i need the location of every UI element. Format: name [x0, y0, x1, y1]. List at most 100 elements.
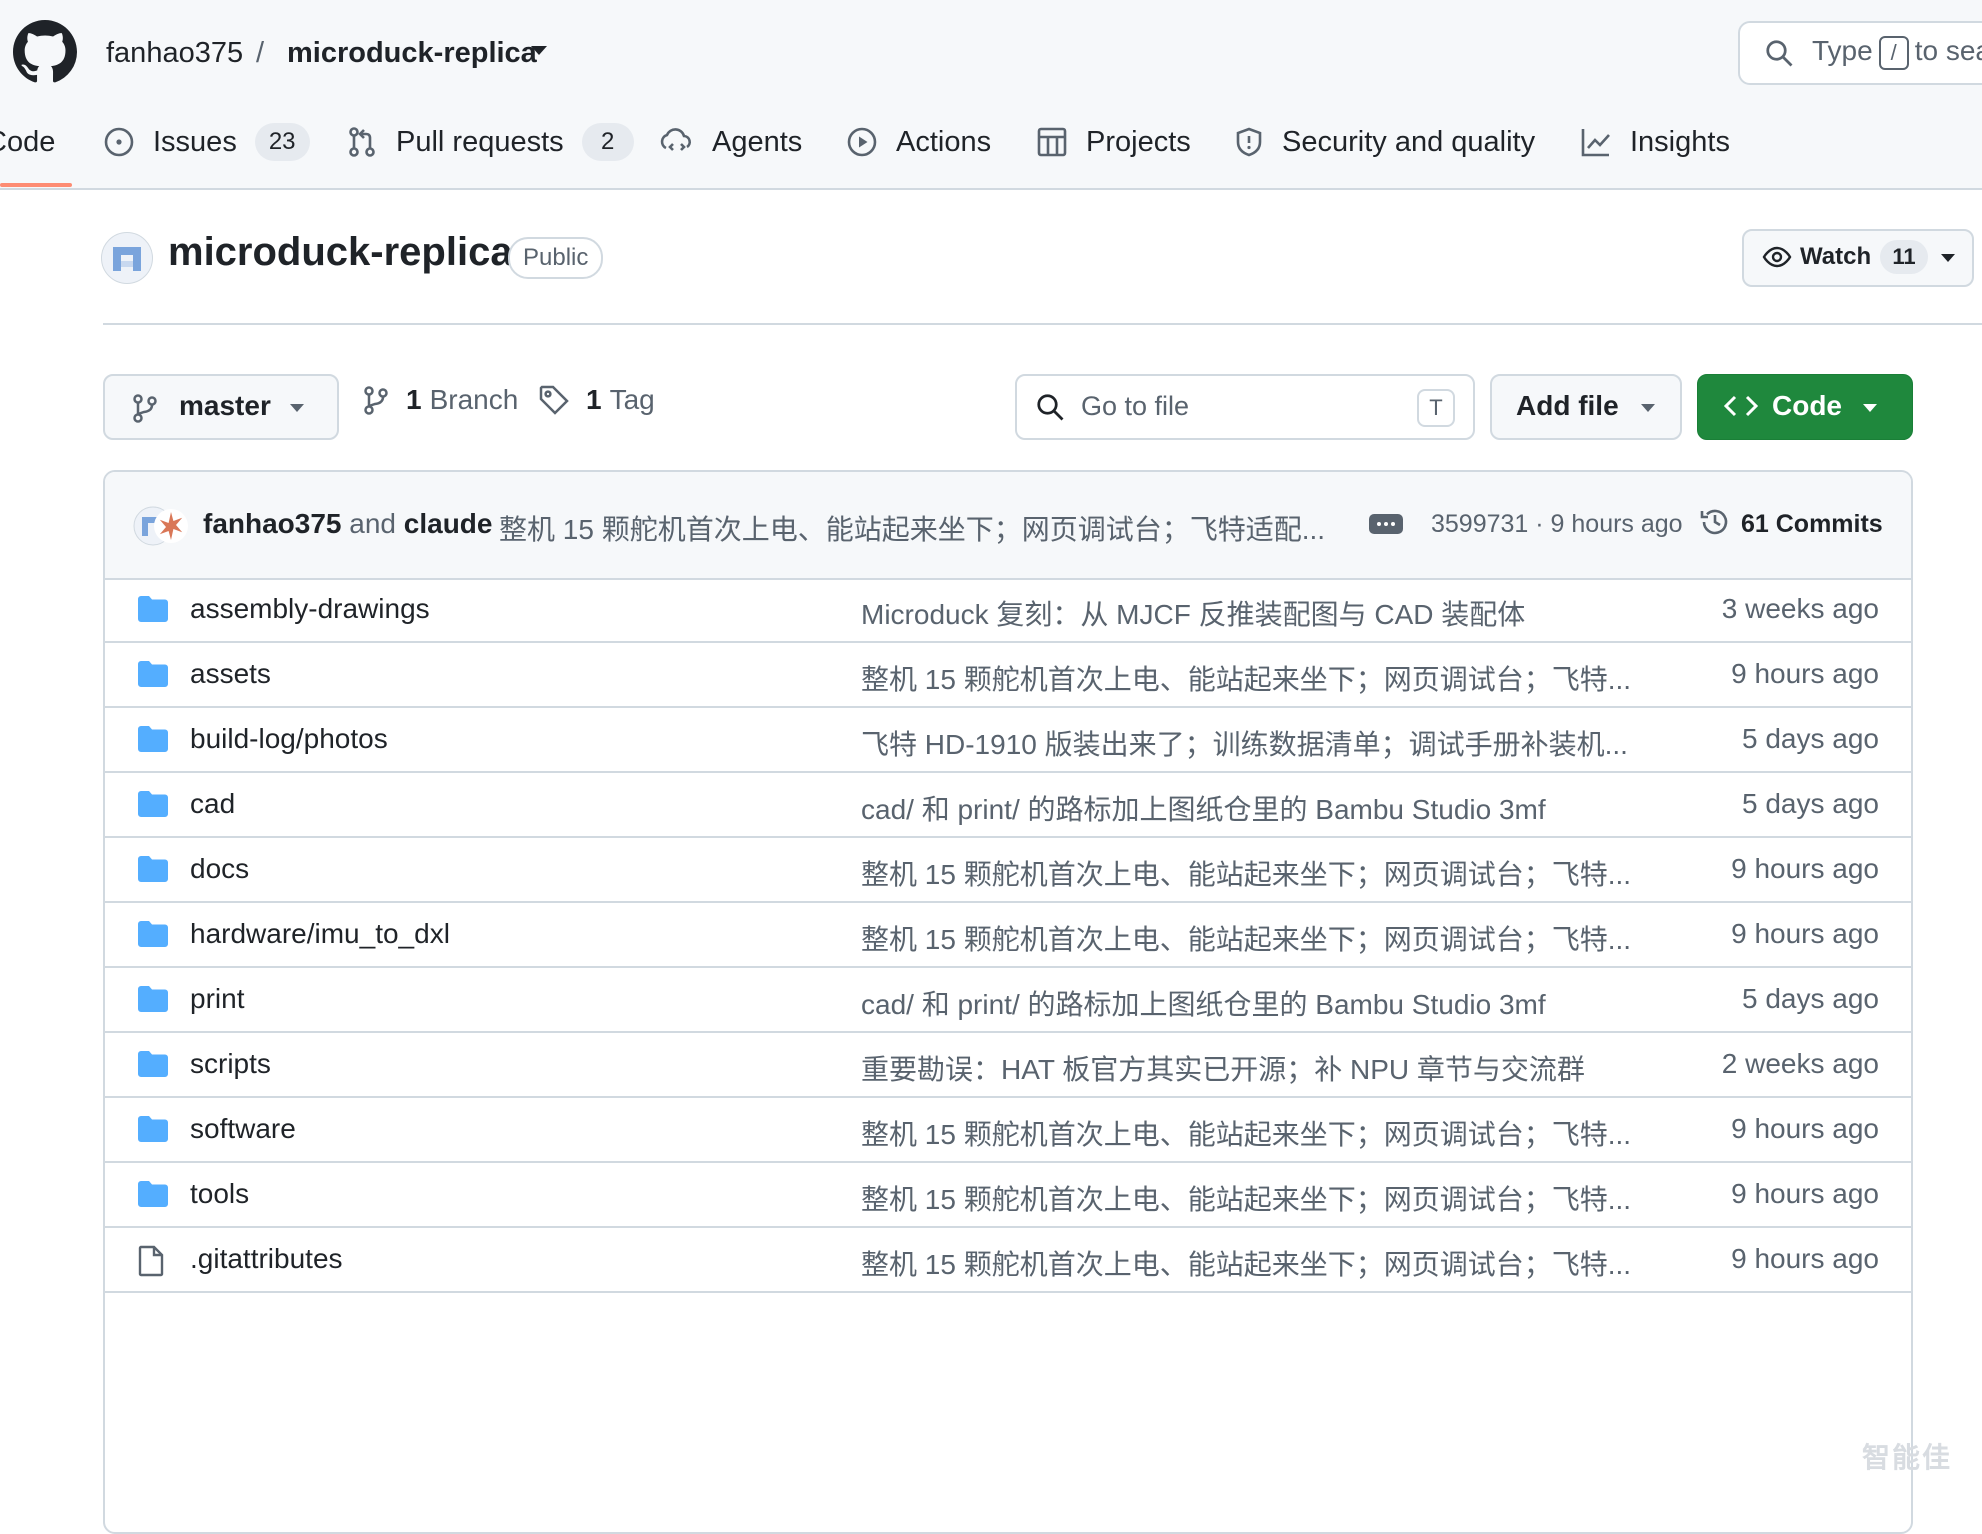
tab-projects[interactable]: Projects — [1036, 112, 1191, 172]
commit-author-2[interactable]: claude — [404, 508, 493, 539]
repo-header: fanhao375 / microduck-replica Type / to se… — [0, 0, 1982, 190]
issues-count-badge: 23 — [254, 123, 310, 161]
code-button[interactable]: Code — [1697, 374, 1913, 440]
add-file-button[interactable]: Add file — [1490, 374, 1682, 440]
file-name[interactable]: .gitattributes — [190, 1243, 343, 1275]
commit-author-1[interactable]: fanhao375 — [203, 508, 342, 539]
latest-commit-bar: fanhao375 and claude 整机 15 颗舵机首次上电、能站起来坐… — [105, 472, 1911, 580]
file-name[interactable]: print — [190, 983, 244, 1015]
file-row[interactable]: .gitattributes 整机 15 颗舵机首次上电、能站起来坐下；网页调试台… — [105, 1228, 1911, 1293]
folder-icon — [138, 1181, 168, 1207]
tab-actions-label: Actions — [896, 125, 992, 158]
search-icon — [1766, 40, 1793, 67]
file-row[interactable]: scripts 重要勘误：HAT 板官方其实已开源；补 NPU 章节与交流群 2 w… — [105, 1033, 1911, 1098]
tab-agents[interactable]: Agents — [660, 112, 802, 172]
latest-commit-hash-time[interactable]: 3599731 · 9 hours ago — [1431, 510, 1683, 539]
commits-count-link[interactable]: 61 Commits — [1741, 510, 1883, 539]
file-name[interactable]: docs — [190, 853, 249, 885]
file-name[interactable]: hardware/imu_to_dxl — [190, 918, 450, 950]
file-name[interactable]: assets — [190, 658, 271, 690]
graph-icon — [1581, 129, 1610, 157]
github-logo-icon[interactable] — [13, 20, 77, 84]
global-search-input[interactable]: Type/to sea — [1738, 21, 1982, 85]
table-icon — [1037, 127, 1067, 157]
file-row[interactable]: print cad/ 和 print/ 的路标加上图纸仓里的 Bambu Stud… — [105, 968, 1911, 1033]
tab-pull-requests[interactable]: Pull requests 2 — [346, 112, 634, 172]
file-commit-message[interactable]: 整机 15 颗舵机首次上电、能站起来坐下；网页调试台；飞特... — [861, 853, 1631, 893]
file-row[interactable]: assembly-drawings Microduck 复刻：从 MJCF 反推装… — [105, 578, 1911, 643]
play-icon — [847, 127, 877, 157]
eye-icon — [1762, 246, 1792, 268]
file-row[interactable]: build-log/photos 飞特 HD-1910 版装出来了；训练数据清单；… — [105, 708, 1911, 773]
tab-insights[interactable]: Insights — [1580, 112, 1730, 172]
file-name[interactable]: build-log/photos — [190, 723, 388, 755]
file-icon — [138, 1245, 164, 1277]
chevron-down-icon — [290, 404, 304, 412]
file-row[interactable]: assets 整机 15 颗舵机首次上电、能站起来坐下；网页调试台；飞特... 9 … — [105, 643, 1911, 708]
chevron-down-icon — [1941, 254, 1955, 262]
branch-selector[interactable]: master — [103, 374, 339, 440]
file-commit-message[interactable]: 整机 15 颗舵机首次上电、能站起来坐下；网页调试台；飞特... — [861, 658, 1631, 698]
file-name[interactable]: software — [190, 1113, 296, 1145]
tab-pull-requests-label: Pull requests — [396, 125, 564, 158]
tab-issues-label: Issues — [153, 125, 237, 158]
code-button-label: Code — [1772, 390, 1842, 421]
file-row[interactable]: software 整机 15 颗舵机首次上电、能站起来坐下；网页调试台；飞特...… — [105, 1098, 1911, 1163]
breadcrumb-owner[interactable]: fanhao375 — [106, 30, 243, 76]
tab-security-label: Security and quality — [1282, 125, 1536, 158]
file-commit-message[interactable]: cad/ 和 print/ 的路标加上图纸仓里的 Bambu Studio 3m… — [861, 983, 1546, 1023]
tab-actions[interactable]: Actions — [846, 112, 991, 172]
folder-icon — [138, 1116, 168, 1142]
file-commit-time: 9 hours ago — [1731, 658, 1879, 689]
tab-issues[interactable]: Issues 23 — [103, 112, 310, 172]
file-name[interactable]: scripts — [190, 1048, 271, 1080]
file-commit-time: 9 hours ago — [1731, 1178, 1879, 1209]
commit-authors-avatars-icon[interactable] — [133, 506, 189, 546]
watch-button[interactable]: Watch 11 — [1742, 229, 1974, 287]
git-branch-icon — [133, 394, 157, 423]
file-row[interactable]: hardware/imu_to_dxl 整机 15 颗舵机首次上电、能站起来坐下；… — [105, 903, 1911, 968]
history-icon[interactable] — [1699, 506, 1731, 538]
active-tab-indicator — [0, 183, 72, 187]
code-icon — [1724, 395, 1758, 417]
repo-title[interactable]: microduck-replica — [168, 230, 513, 275]
repo-owner-avatar[interactable] — [101, 232, 153, 284]
file-row[interactable]: cad cad/ 和 print/ 的路标加上图纸仓里的 Bambu Studio… — [105, 773, 1911, 838]
watch-count-badge: 11 — [1880, 240, 1928, 274]
avatar-identicon-icon — [113, 247, 141, 271]
tab-code[interactable]: Code — [0, 112, 55, 172]
file-commit-time: 9 hours ago — [1731, 853, 1879, 884]
latest-commit-message[interactable]: 整机 15 颗舵机首次上电、能站起来坐下；网页调试台；飞特适配... — [499, 508, 1325, 548]
file-commit-message[interactable]: 整机 15 颗舵机首次上电、能站起来坐下；网页调试台；飞特... — [861, 918, 1631, 958]
expand-commit-message-button[interactable] — [1369, 514, 1403, 534]
folder-icon — [138, 791, 168, 817]
breadcrumb-repo[interactable]: microduck-replica — [287, 30, 537, 76]
file-commit-time: 3 weeks ago — [1721, 593, 1879, 624]
watch-label: Watch — [1800, 243, 1872, 270]
tab-security[interactable]: Security and quality — [1234, 112, 1535, 172]
branch-name: master — [179, 390, 271, 421]
file-name[interactable]: cad — [190, 788, 235, 820]
folder-icon — [138, 921, 168, 947]
breadcrumb-separator: / — [256, 37, 265, 69]
file-commit-message[interactable]: 整机 15 颗舵机首次上电、能站起来坐下；网页调试台；飞特... — [861, 1113, 1631, 1153]
file-commit-message[interactable]: 重要勘误：HAT 板官方其实已开源；补 NPU 章节与交流群 — [861, 1048, 1585, 1088]
tags-link[interactable]: 1 Tag — [538, 384, 655, 416]
file-row[interactable]: docs 整机 15 颗舵机首次上电、能站起来坐下；网页调试台；飞特... 9 ho… — [105, 838, 1911, 903]
repo-switcher-caret-icon[interactable] — [530, 44, 548, 56]
file-name[interactable]: tools — [190, 1178, 249, 1210]
file-name[interactable]: assembly-drawings — [190, 593, 430, 625]
file-commit-message[interactable]: Microduck 复刻：从 MJCF 反推装配图与 CAD 装配体 — [861, 593, 1525, 633]
branches-link[interactable]: 1 Branch — [362, 384, 518, 416]
go-to-file-input[interactable]: Go to file T — [1015, 374, 1475, 440]
go-to-file-placeholder: Go to file — [1081, 391, 1190, 421]
file-commit-message[interactable]: 整机 15 颗舵机首次上电、能站起来坐下；网页调试台；飞特... — [861, 1178, 1631, 1218]
add-file-label: Add file — [1516, 390, 1619, 421]
folder-icon — [138, 596, 168, 622]
commit-authors: fanhao375 and claude — [203, 508, 493, 539]
file-commit-message[interactable]: 飞特 HD-1910 版装出来了；训练数据清单；调试手册补装机... — [861, 723, 1628, 763]
file-commit-message[interactable]: 整机 15 颗舵机首次上电、能站起来坐下；网页调试台；飞特... — [861, 1243, 1631, 1283]
search-hint: Type/to sea — [1812, 35, 1982, 70]
file-row[interactable]: tools 整机 15 颗舵机首次上电、能站起来坐下；网页调试台；飞特... 9 h… — [105, 1163, 1911, 1228]
file-commit-message[interactable]: cad/ 和 print/ 的路标加上图纸仓里的 Bambu Studio 3m… — [861, 788, 1546, 828]
